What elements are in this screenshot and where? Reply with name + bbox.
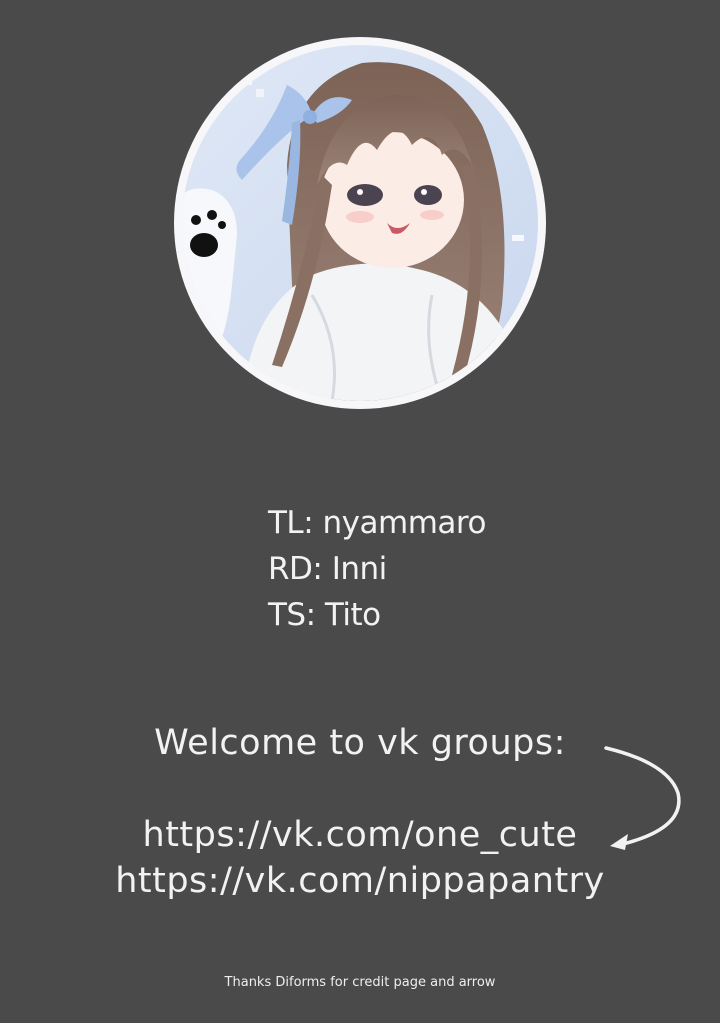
translator-credit: TL: nyammaro xyxy=(268,505,486,541)
avatar xyxy=(174,37,546,409)
group-link-one-cute[interactable]: https://vk.com/one_cute xyxy=(0,812,720,858)
group-link-nippapantry[interactable]: https://vk.com/nippapantry xyxy=(0,858,720,904)
redrawer-credit: RD: Inni xyxy=(268,551,387,587)
typesetter-credit: TS: Tito xyxy=(268,597,381,633)
credits-block: TL: nyammaro RD: Inni TS: Tito xyxy=(268,500,568,638)
avatar-illustration xyxy=(182,45,538,401)
group-links: https://vk.com/one_cute https://vk.com/n… xyxy=(0,812,720,904)
footer-thanks: Thanks Diforms for credit page and arrow xyxy=(224,975,496,990)
credit-page: TL: nyammaro RD: Inni TS: Tito Welcome t… xyxy=(0,0,720,1023)
